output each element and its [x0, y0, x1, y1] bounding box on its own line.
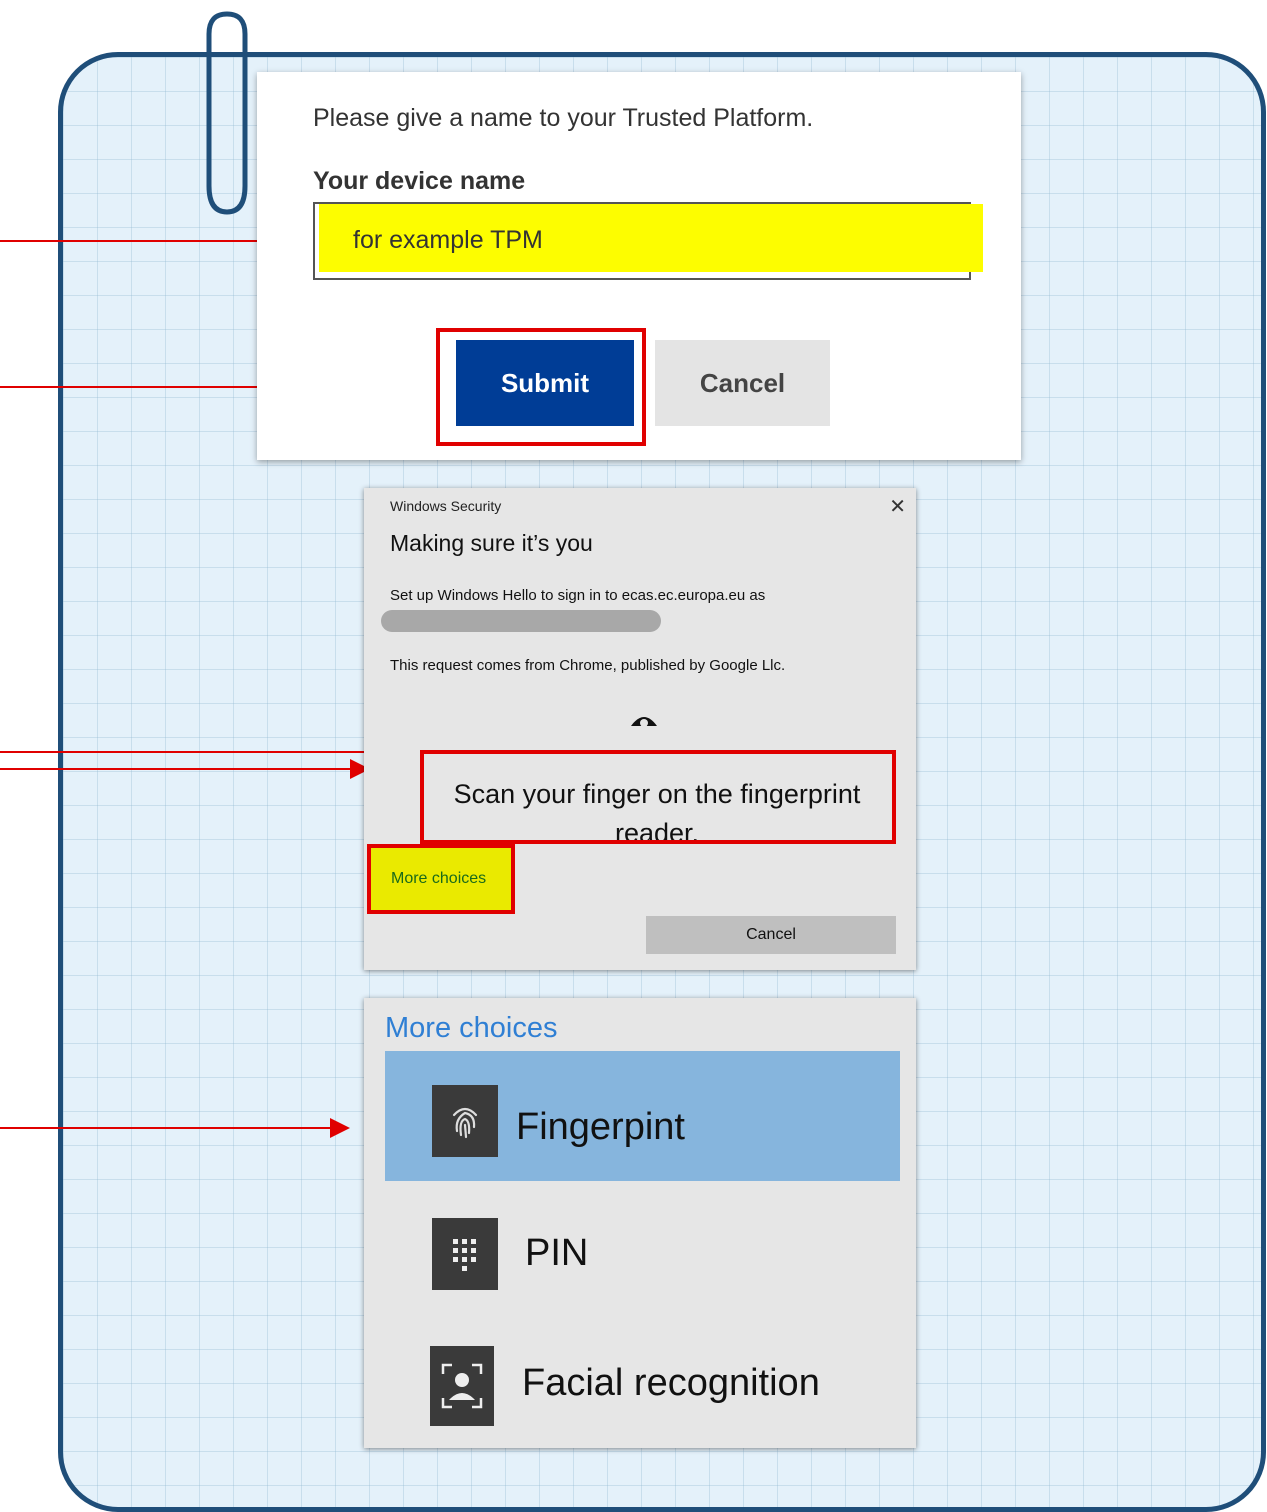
windows-hello-eye-icon	[631, 717, 657, 727]
option-facial-recognition[interactable]: Facial recognition	[385, 1318, 900, 1448]
device-name-value: for example TPM	[353, 226, 543, 254]
fingerprint-icon	[432, 1085, 498, 1157]
device-name-label: Your device name	[313, 167, 526, 195]
scan-highlight-box	[420, 750, 896, 844]
more-choices-panel: More choices Fingerpint PIN Facial recog…	[364, 998, 916, 1448]
close-icon[interactable]: ✕	[889, 494, 906, 519]
setup-text: Set up Windows Hello to sign in to ecas.…	[390, 587, 766, 604]
option-fingerprint[interactable]: Fingerpint	[385, 1051, 900, 1181]
option-label: Facial recognition	[522, 1362, 820, 1404]
dialog-heading: Making sure it’s you	[390, 530, 593, 556]
cancel-button[interactable]: Cancel	[655, 340, 830, 426]
pin-keypad-icon	[432, 1218, 498, 1290]
option-label: Fingerpint	[516, 1106, 685, 1148]
option-pin[interactable]: PIN	[385, 1188, 900, 1318]
submit-highlight-box	[436, 328, 646, 446]
device-name-prompt: Please give a name to your Trusted Platf…	[313, 104, 814, 132]
windows-security-dialog: Windows Security ✕ Making sure it’s you …	[364, 488, 916, 970]
more-choices-link[interactable]: More choices	[367, 844, 515, 914]
request-origin-text: This request comes from Chrome, publishe…	[390, 657, 786, 674]
more-choices-title: More choices	[385, 1012, 558, 1044]
face-recognition-icon	[430, 1346, 494, 1426]
dialog-title: Windows Security	[390, 498, 502, 514]
security-cancel-button[interactable]: Cancel	[646, 916, 896, 954]
redacted-account	[381, 610, 661, 632]
option-label: PIN	[525, 1232, 589, 1274]
device-name-dialog: Please give a name to your Trusted Platf…	[257, 72, 1021, 460]
